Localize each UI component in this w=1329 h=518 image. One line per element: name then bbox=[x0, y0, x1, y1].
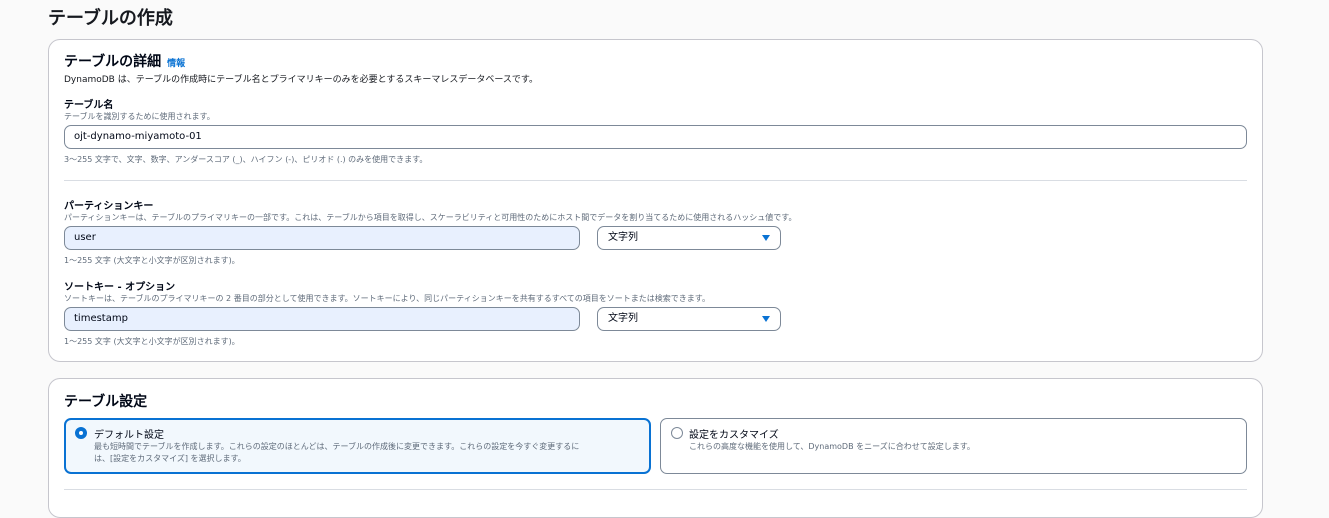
customize-settings-tile[interactable]: 設定をカスタマイズ これらの高度な機能を使用して、DynamoDB をニーズに合… bbox=[660, 418, 1247, 474]
caret-down-icon bbox=[762, 316, 770, 322]
table-details-heading: テーブルの詳細 bbox=[64, 54, 162, 70]
radio-selected-icon[interactable] bbox=[75, 427, 87, 439]
page-title: テーブルの作成 bbox=[48, 8, 173, 29]
table-details-header: テーブルの詳細 情報 bbox=[64, 51, 185, 71]
info-link[interactable]: 情報 bbox=[167, 59, 185, 69]
partition-key-type-value: 文字列 bbox=[608, 232, 638, 243]
radio-unselected-icon[interactable] bbox=[671, 427, 683, 439]
table-details-description: DynamoDB は、テーブルの作成時にテーブル名とプライマリキーのみを必要とす… bbox=[64, 75, 539, 85]
table-name-label: テーブル名 bbox=[64, 100, 114, 111]
default-settings-description: 最も短時間でテーブルを作成します。これらの設定のほとんどは、テーブルの作成後に変… bbox=[94, 442, 580, 451]
table-name-description: テーブルを識別するために使用されます。 bbox=[64, 112, 215, 121]
partition-key-constraint: 1～255 文字 (大文字と小文字が区別されます)。 bbox=[64, 256, 240, 265]
section-divider bbox=[64, 180, 1247, 181]
default-settings-tile[interactable]: デフォルト設定 最も短時間でテーブルを作成します。これらの設定のほとんどは、テー… bbox=[64, 418, 651, 474]
table-name-constraint: 3～255 文字で、文字、数字、アンダースコア (_)、ハイフン (-)、ピリオ… bbox=[64, 155, 428, 164]
default-settings-title: デフォルト設定 bbox=[94, 430, 164, 441]
sort-key-label: ソートキー - オプション bbox=[64, 282, 176, 293]
sort-key-type-value: 文字列 bbox=[608, 313, 638, 324]
table-settings-heading: テーブル設定 bbox=[64, 394, 148, 410]
caret-down-icon bbox=[762, 235, 770, 241]
customize-settings-title: 設定をカスタマイズ bbox=[689, 430, 779, 441]
table-name-input[interactable]: ojt-dynamo-miyamoto-01 bbox=[64, 125, 1247, 149]
sort-key-input[interactable]: timestamp bbox=[64, 307, 580, 331]
partition-key-input[interactable]: user bbox=[64, 226, 580, 250]
sort-key-constraint: 1～255 文字 (大文字と小文字が区別されます)。 bbox=[64, 337, 240, 346]
sort-key-type-select[interactable]: 文字列 bbox=[597, 307, 781, 331]
customize-settings-description: これらの高度な機能を使用して、DynamoDB をニーズに合わせて設定します。 bbox=[689, 442, 975, 451]
default-settings-description-cont: は、[設定をカスタマイズ] を選択します。 bbox=[94, 454, 246, 463]
partition-key-description: パーティションキーは、テーブルのプライマリキーの一部です。これは、テーブルから項… bbox=[64, 213, 797, 222]
partition-key-type-select[interactable]: 文字列 bbox=[597, 226, 781, 250]
sort-key-description: ソートキーは、テーブルのプライマリキーの 2 番目の部分として使用できます。ソー… bbox=[64, 294, 711, 303]
partition-key-label: パーティションキー bbox=[64, 201, 154, 212]
